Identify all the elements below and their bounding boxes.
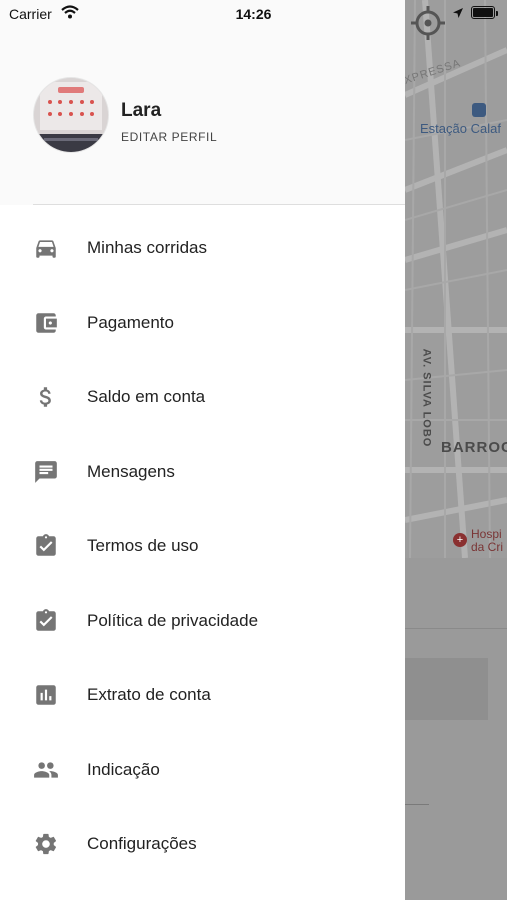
street-label: AV. SILVA LOBO bbox=[420, 348, 433, 448]
map-view[interactable]: XPRESSA Estação Calaf AV. SILVA LOBO BAR… bbox=[405, 0, 507, 558]
wallet-icon bbox=[36, 312, 57, 333]
header-divider bbox=[33, 204, 405, 205]
menu-item-pagamento[interactable]: Pagamento bbox=[0, 286, 405, 361]
menu-item-label: Mensagens bbox=[87, 461, 175, 481]
map-streets bbox=[405, 0, 507, 558]
menu-item-minhas-corridas[interactable]: Minhas corridas bbox=[0, 211, 405, 286]
station-icon bbox=[472, 103, 486, 117]
hospital-label-line2: da Cri bbox=[471, 540, 504, 554]
menu-item-indicacao[interactable]: Indicação bbox=[0, 733, 405, 808]
district-label: BARROC bbox=[441, 439, 507, 456]
profile-header[interactable]: Lara EDITAR PERFIL bbox=[0, 0, 405, 205]
station-label: Estação Calaf bbox=[420, 121, 501, 136]
location-arrow-icon bbox=[453, 8, 463, 18]
menu-item-label: Termos de uso bbox=[87, 536, 199, 555]
edit-profile-link[interactable]: EDITAR PERFIL bbox=[121, 130, 217, 144]
hospital-icon: + bbox=[453, 533, 467, 547]
clipboard-check-icon bbox=[36, 608, 56, 631]
avatar-image bbox=[34, 78, 108, 152]
clipboard-check-icon bbox=[36, 534, 56, 556]
menu-item-label: Política de privacidade bbox=[87, 610, 259, 630]
avatar[interactable] bbox=[34, 78, 108, 152]
divider bbox=[405, 804, 429, 805]
menu-item-label: Configurações bbox=[87, 834, 197, 853]
divider bbox=[405, 628, 507, 629]
hospital-label-line1: Hospi bbox=[471, 527, 502, 541]
bottom-panel bbox=[405, 558, 507, 900]
menu-item-termos-de-uso[interactable]: Termos de uso bbox=[0, 509, 405, 584]
menu-item-label: Saldo em conta bbox=[87, 387, 206, 406]
user-name: Lara bbox=[121, 100, 162, 121]
hospital-label: Hospi da Cri bbox=[471, 528, 503, 554]
menu-item-label: Indicação bbox=[87, 759, 160, 779]
menu-item-label: Extrato de conta bbox=[87, 685, 211, 704]
message-icon bbox=[35, 460, 57, 483]
input-card[interactable] bbox=[405, 658, 488, 720]
menu-item-mensagens[interactable]: Mensagens bbox=[0, 435, 405, 510]
dollar-icon bbox=[39, 387, 51, 407]
menu-item-politica-de-privacidade[interactable]: Política de privacidade bbox=[0, 584, 405, 659]
gear-icon bbox=[35, 833, 57, 855]
battery-icon bbox=[471, 6, 498, 19]
bar-chart-icon bbox=[36, 685, 56, 705]
menu-item-configuracoes[interactable]: Configurações bbox=[0, 807, 405, 882]
car-icon bbox=[36, 240, 56, 258]
status-bar: Carrier 14:26 bbox=[0, 0, 507, 28]
menu-item-saldo-em-conta[interactable]: Saldo em conta bbox=[0, 360, 405, 435]
menu-item-label: Pagamento bbox=[87, 312, 174, 332]
menu-item-label: Minhas corridas bbox=[87, 238, 207, 257]
navigation-drawer: Lara EDITAR PERFIL Minhas corridas Pagam… bbox=[0, 0, 405, 900]
drawer-menu: Minhas corridas Pagamento Saldo em conta… bbox=[0, 211, 405, 882]
clock: 14:26 bbox=[235, 6, 272, 22]
menu-item-extrato-de-conta[interactable]: Extrato de conta bbox=[0, 658, 405, 733]
people-icon bbox=[34, 761, 58, 778]
